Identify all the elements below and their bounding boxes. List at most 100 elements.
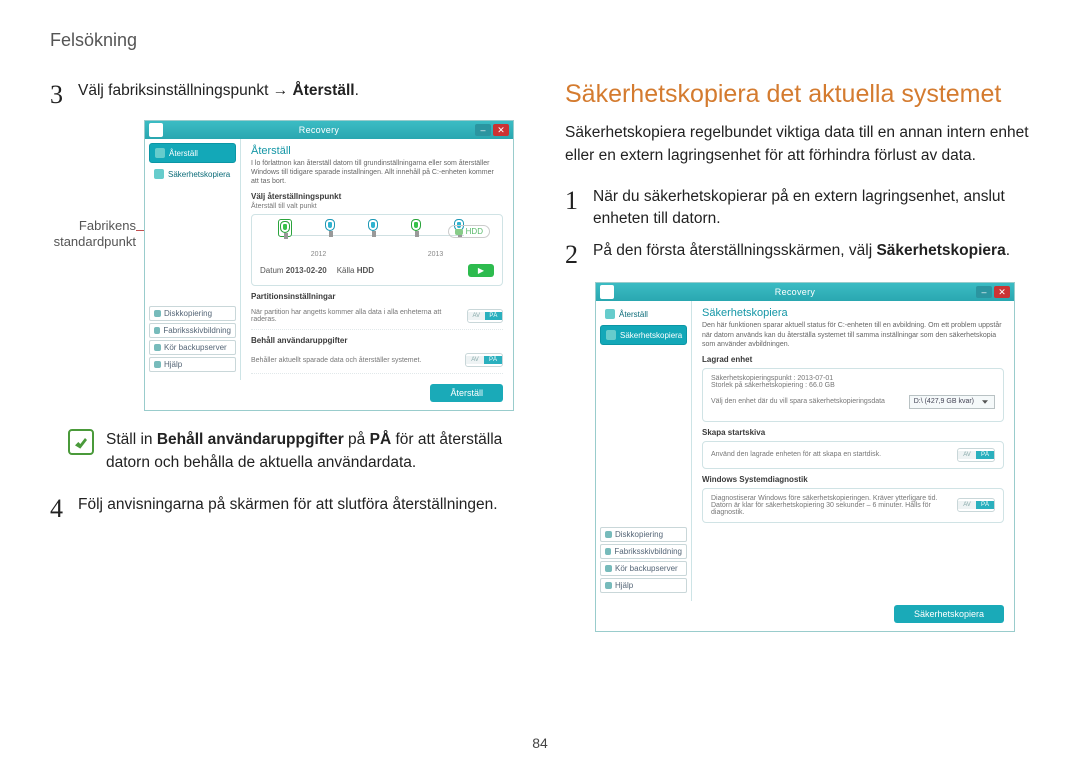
timeline[interactable]: HDD 2012 2013 Datum 2013-02-20 Källa HDD xyxy=(251,214,503,286)
toggle-off-label: AV xyxy=(958,451,976,459)
step3-suffix: . xyxy=(355,82,359,99)
meta-value: HDD xyxy=(357,266,374,275)
drive-line3: Välj den enhet där du vill spara säkerhe… xyxy=(711,398,885,405)
step-4: 4 Följ anvisningarna på skärmen för att … xyxy=(50,494,530,524)
step4-text: Följ anvisningarna på skärmen för att sl… xyxy=(78,494,530,516)
step2-suffix: . xyxy=(1006,242,1010,259)
section-heading: Säkerhetskopiera det aktuella systemet xyxy=(565,80,1045,109)
sidebar-item-label: Fabriksskivbildning xyxy=(614,547,682,556)
restore-icon xyxy=(605,309,615,319)
chevron-down-icon xyxy=(980,397,990,407)
panel-title: Återställ xyxy=(251,145,503,157)
left-column: 3 Välj fabriksinställningspunkt → Återst… xyxy=(50,80,530,648)
sidebar-item-label: Säkerhetskopiera xyxy=(168,170,230,179)
sidebar-item-label: Fabriksskivbildning xyxy=(163,326,231,335)
sidebar-item-label: Diskkopiering xyxy=(164,309,212,318)
sidebar-diskcopy-button[interactable]: Diskkopiering xyxy=(149,306,236,321)
restore-point-pin[interactable] xyxy=(411,219,421,231)
partition-toggle[interactable]: AVPÅ xyxy=(467,309,503,323)
close-button[interactable]: ✕ xyxy=(493,124,509,136)
recovery-window-restore: Recovery – ✕ Återställ Säkerhetskopiera … xyxy=(144,120,514,411)
sidebar-backupserver-button[interactable]: Kör backupserver xyxy=(600,561,687,576)
right-column: Säkerhetskopiera det aktuella systemet S… xyxy=(565,80,1045,648)
sidebar-item-backup[interactable]: Säkerhetskopiera xyxy=(149,165,236,183)
minimize-button[interactable]: – xyxy=(976,286,992,298)
sidebar-item-label: Återställ xyxy=(169,149,198,158)
intro-paragraph: Säkerhetskopiera regelbundet viktiga dat… xyxy=(565,121,1045,168)
panel-description: I lo förlattnon kan återställ datorn til… xyxy=(251,159,503,186)
close-button[interactable]: ✕ xyxy=(994,286,1010,298)
sidebar: Återställ Säkerhetskopiera Diskkopiering… xyxy=(145,139,241,380)
sidebar-diskcopy-button[interactable]: Diskkopiering xyxy=(600,527,687,542)
step-number: 2 xyxy=(565,240,587,270)
app-icon xyxy=(149,123,163,137)
note-bold: PÅ xyxy=(370,431,392,448)
step2-text: På den första återställningsskärmen, väl… xyxy=(593,242,876,259)
restore-point-pin[interactable] xyxy=(368,219,378,231)
section-startdisk: Skapa startskiva xyxy=(702,428,1004,437)
toggle-on-label: PÅ xyxy=(484,356,502,364)
toggle-on-label: PÅ xyxy=(976,451,994,459)
toggle-off-label: AV xyxy=(466,356,484,364)
sidebar-help-button[interactable]: Hjälp xyxy=(149,357,236,372)
app-icon xyxy=(600,285,614,299)
window-title: Recovery xyxy=(614,287,976,297)
sidebar-backupserver-button[interactable]: Kör backupserver xyxy=(149,340,236,355)
factory-point-pin[interactable] xyxy=(278,219,292,237)
section-partition: Partitionsinställningar xyxy=(251,292,503,301)
server-icon xyxy=(154,344,161,351)
backup-button[interactable]: Säkerhetskopiera xyxy=(894,605,1004,623)
sidebar-factorydisk-button[interactable]: Fabriksskivbildning xyxy=(600,544,687,559)
timeline-go-button[interactable]: ▶ xyxy=(468,264,494,277)
timeline-years: 2012 2013 xyxy=(260,251,494,258)
sidebar-item-label: Kör backupserver xyxy=(164,343,227,352)
restore-point-pin[interactable] xyxy=(325,219,335,231)
sidebar-item-backup[interactable]: Säkerhetskopiera xyxy=(600,325,687,345)
hdd-icon xyxy=(455,229,463,235)
note-icon xyxy=(68,429,94,455)
step3-bold: Återställ xyxy=(293,82,355,99)
restore-button[interactable]: Återställ xyxy=(430,384,503,402)
sidebar-item-label: Säkerhetskopiera xyxy=(620,331,682,340)
year-label: 2012 xyxy=(311,251,327,258)
minimize-button[interactable]: – xyxy=(475,124,491,136)
year-label: 2013 xyxy=(428,251,444,258)
callout-factory-point: Fabrikens standardpunkt xyxy=(26,218,136,249)
note-text: på xyxy=(344,431,370,448)
partition-text: När partition har angetts kommer alla da… xyxy=(251,309,459,323)
sidebar-help-button[interactable]: Hjälp xyxy=(600,578,687,593)
panel-title: Säkerhetskopiera xyxy=(702,307,1004,319)
note-text: Ställ in xyxy=(106,431,157,448)
help-icon xyxy=(154,361,161,368)
diagnostics-toggle[interactable]: AVPÅ xyxy=(957,498,995,512)
toggle-on-label: PÅ xyxy=(485,312,502,320)
help-icon xyxy=(605,582,612,589)
diagnostics-text: Diagnostiserar Windows före säkerhetskop… xyxy=(711,495,949,516)
select-value: D:\ (427,9 GB kvar) xyxy=(914,398,974,405)
toggle-off-label: AV xyxy=(468,312,485,320)
sidebar: Återställ Säkerhetskopiera Diskkopiering… xyxy=(596,301,692,601)
server-icon xyxy=(605,565,612,572)
section-drive: Lagrad enhet xyxy=(702,355,1004,364)
breadcrumb: Felsökning xyxy=(50,30,137,51)
titlebar: Recovery – ✕ xyxy=(145,121,513,139)
sidebar-item-label: Återställ xyxy=(619,310,648,319)
drive-line2: Storlek på säkerhetskopiering : 66.0 GB xyxy=(711,382,995,389)
meta-value: 2013-02-20 xyxy=(286,266,327,275)
sidebar-item-label: Hjälp xyxy=(164,360,182,369)
hdd-pill[interactable]: HDD xyxy=(448,225,490,238)
sidebar-factorydisk-button[interactable]: Fabriksskivbildning xyxy=(149,323,236,338)
sidebar-item-restore[interactable]: Återställ xyxy=(600,305,687,323)
step-number: 3 xyxy=(50,80,72,110)
timeline-meta: Datum 2013-02-20 Källa HDD xyxy=(260,266,374,275)
step1-text: När du säkerhetskopierar på en extern la… xyxy=(593,186,1045,231)
keepuser-toggle[interactable]: AVPÅ xyxy=(465,353,503,367)
restore-icon xyxy=(155,148,165,158)
backup-icon xyxy=(606,330,616,340)
startdisk-toggle[interactable]: AVPÅ xyxy=(957,448,995,462)
backup-icon xyxy=(154,169,164,179)
drive-select[interactable]: D:\ (427,9 GB kvar) xyxy=(909,395,995,409)
hdd-label: HDD xyxy=(466,227,483,236)
sidebar-item-restore[interactable]: Återställ xyxy=(149,143,236,163)
titlebar: Recovery – ✕ xyxy=(596,283,1014,301)
